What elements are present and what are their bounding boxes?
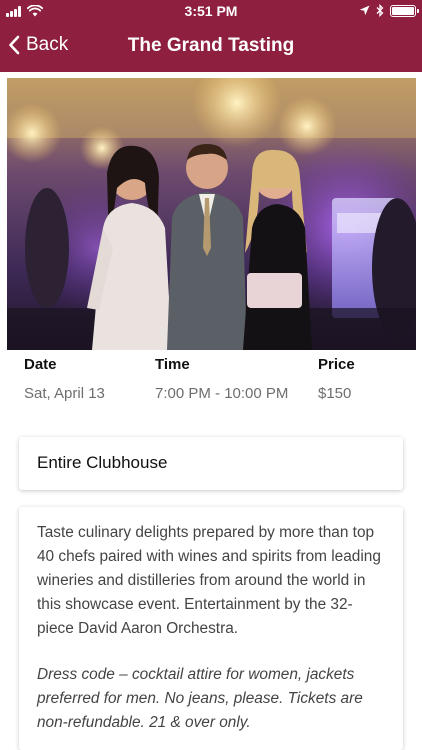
battery-icon: [390, 4, 419, 17]
event-details: Date Sat, April 13 Time 7:00 PM - 10:00 …: [24, 356, 404, 412]
event-photo: [7, 78, 416, 350]
time-label: Time: [155, 356, 190, 373]
time-value: 7:00 PM - 10:00 PM: [155, 385, 289, 402]
date-detail: Date Sat, April 13: [24, 356, 105, 402]
time-detail: Time 7:00 PM - 10:00 PM: [155, 356, 288, 402]
back-label: Back: [26, 34, 69, 55]
venue-card[interactable]: Entire Clubhouse: [19, 437, 403, 490]
location-icon: [359, 5, 370, 16]
description-text: Taste culinary delights prepared by more…: [37, 524, 381, 637]
price-label: Price: [318, 356, 355, 373]
date-label: Date: [24, 356, 57, 373]
date-value: Sat, April 13: [24, 385, 105, 402]
event-photo-illustration: [7, 78, 416, 350]
price-value: $150: [318, 385, 352, 402]
price-detail: Price $150: [318, 356, 355, 402]
description-card: Taste culinary delights prepared by more…: [19, 507, 403, 750]
bluetooth-icon: [376, 4, 384, 17]
status-right: [359, 4, 419, 17]
dress-code-note: Dress code – cocktail attire for women, …: [37, 666, 363, 731]
back-button[interactable]: Back: [8, 34, 68, 56]
venue-name: Entire Clubhouse: [37, 453, 168, 472]
nav-bar: Back The Grand Tasting: [0, 22, 422, 72]
chevron-left-icon: [9, 35, 20, 55]
status-bar: 3:51 PM: [0, 0, 422, 22]
